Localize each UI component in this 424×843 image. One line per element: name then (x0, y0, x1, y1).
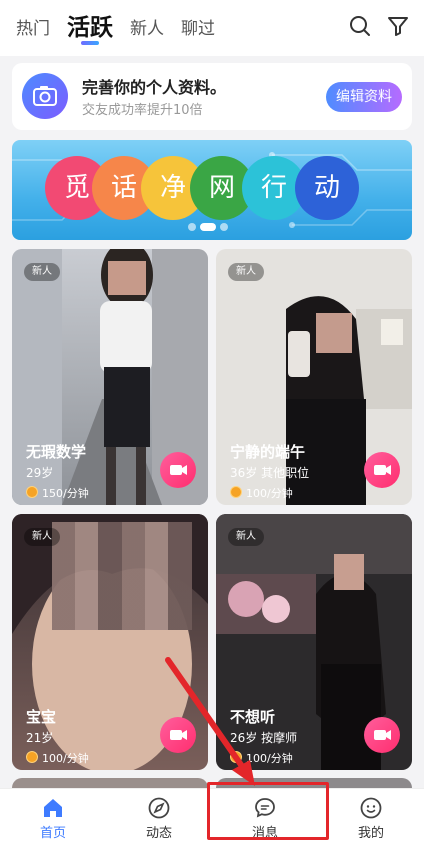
user-card[interactable]: 新人 无瑕数学 29岁 150/分钟 (12, 249, 208, 505)
coin-icon (230, 751, 242, 763)
user-card[interactable]: 新人 宁静的端午 36岁 其他职位 100/分钟 (216, 249, 412, 505)
call-price: 100/分钟 (42, 752, 89, 765)
tab-chatted[interactable]: 聊过 (181, 14, 215, 39)
video-camera-icon (170, 465, 187, 475)
user-name: 不想听 (230, 708, 276, 726)
profile-face-icon (360, 797, 382, 819)
top-tab-bar: 热门 活跃 新人 聊过 (0, 0, 424, 56)
user-info: 36岁 其他职位 (230, 466, 310, 480)
profile-prompt-subtitle: 交友成功率提升10倍 (82, 103, 203, 118)
nav-profile-label: 我的 (357, 826, 384, 841)
new-user-badge: 新人 (24, 263, 60, 281)
new-user-badge: 新人 (228, 263, 264, 281)
face-blur-mosaic (334, 554, 364, 590)
camera-icon (22, 73, 68, 119)
user-card[interactable]: 新人 不想听 26岁 按摩师 100/分钟 (216, 514, 412, 770)
user-name: 宝宝 (26, 708, 57, 726)
campaign-banner[interactable]: 觅 话 净 网 行 动 (12, 140, 412, 240)
tab-new[interactable]: 新人 (130, 14, 164, 39)
user-info: 21岁 (26, 731, 54, 745)
call-price: 100/分钟 (246, 752, 293, 765)
tab-hot[interactable]: 热门 (16, 14, 50, 39)
active-tab-indicator (81, 41, 99, 45)
video-camera-icon (170, 730, 187, 740)
compass-icon (148, 797, 170, 819)
video-call-button[interactable] (364, 452, 400, 488)
nav-moments[interactable]: 动态 (106, 789, 212, 843)
annotation-highlight-box (207, 782, 329, 840)
video-call-button[interactable] (160, 717, 196, 753)
video-call-button[interactable] (364, 717, 400, 753)
coin-icon (26, 751, 38, 763)
face-blur-mosaic (316, 313, 352, 353)
nav-profile[interactable]: 我的 (318, 789, 424, 843)
profile-completion-card: 完善你的个人资料。 交友成功率提升10倍 编辑资料 (12, 63, 412, 130)
coin-icon (230, 486, 242, 498)
app-screen: 热门 活跃 新人 聊过 完善你的个人资料。 交友成功率提升10倍 编辑资料 觅 … (0, 0, 424, 843)
home-icon (44, 799, 62, 817)
banner-char-6: 动 (295, 156, 359, 220)
nav-moments-label: 动态 (145, 826, 172, 841)
new-user-badge: 新人 (24, 528, 60, 546)
call-price: 100/分钟 (246, 487, 293, 500)
nav-home-label: 首页 (39, 826, 66, 841)
user-info: 26岁 按摩师 (230, 731, 298, 745)
user-name: 宁静的端午 (230, 443, 306, 461)
face-blur-mosaic (52, 522, 192, 630)
video-call-button[interactable] (160, 452, 196, 488)
video-camera-icon (374, 465, 391, 475)
call-price: 150/分钟 (42, 487, 89, 500)
user-name: 无瑕数学 (26, 443, 87, 461)
filter-icon[interactable] (386, 14, 410, 38)
video-camera-icon (374, 730, 391, 740)
tab-active[interactable]: 活跃 (67, 8, 113, 42)
user-info: 29岁 (26, 466, 54, 480)
edit-profile-button[interactable]: 编辑资料 (326, 82, 402, 112)
new-user-badge: 新人 (228, 528, 264, 546)
coin-icon (26, 486, 38, 498)
face-blur-mosaic (108, 261, 146, 295)
profile-prompt-title: 完善你的个人资料。 (82, 78, 227, 97)
search-icon[interactable] (348, 14, 372, 38)
nav-home[interactable]: 首页 (0, 789, 106, 843)
user-card[interactable]: 新人 宝宝 21岁 100/分钟 (12, 514, 208, 770)
